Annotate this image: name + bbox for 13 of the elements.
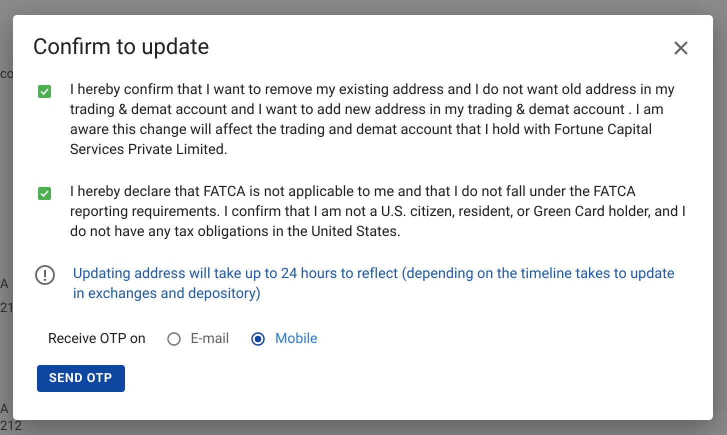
notice-text: Updating address will take up to 24 hours to reflect (depending on the timeline takes to update in exchanges and depository) (73, 265, 676, 304)
background-text: A (0, 277, 8, 293)
radio-option[interactable]: Mobile (251, 331, 318, 347)
background-text: 212 (0, 419, 22, 435)
background-text: co (0, 67, 14, 83)
background-text: A (0, 402, 8, 418)
consent-text: I hereby declare that FATCA is not applicable to me and that I do not fall under the FATCA reporting requirements. I confirm that I am not a U.S. citizen, resident, or Green Card holder, and I do not have any tax obligations in the United States. (70, 183, 687, 242)
dialog-title: Confirm to update (33, 35, 210, 60)
radio-option[interactable]: E-mail (166, 331, 230, 347)
background-text: 21 (0, 301, 15, 317)
otp-label: Receive OTP on (48, 331, 146, 347)
send-otp-button[interactable]: SEND OTP (37, 365, 125, 392)
consent-text: I hereby confirm that I want to remove my existing address and I do not want old address in my trading & demat account and I want to add new address in my trading & demat account . I am aware this change will affect the trading and demat account that I hold with Fortune Capital Services Private Limited. (70, 81, 676, 160)
